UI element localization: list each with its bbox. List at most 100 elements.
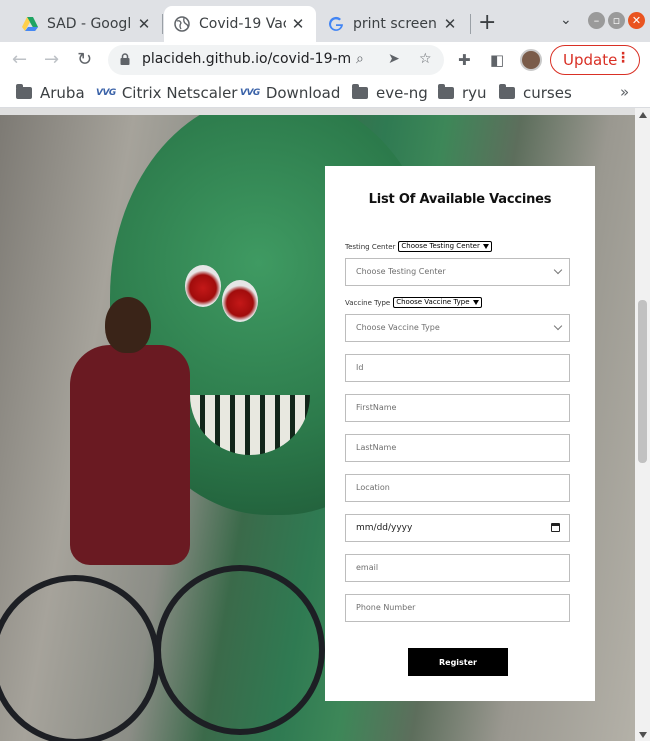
star-icon[interactable]: ☆ [419,51,432,67]
bookmark-label: Citrix Netscaler [121,84,238,102]
new-tab-button[interactable]: + [478,12,496,34]
date-input[interactable]: mm/dd/yyyy [345,514,570,542]
bookmark-ryu[interactable]: ryu [438,84,487,102]
email-input[interactable]: email [345,554,570,582]
bookmark-curses[interactable]: curses [499,84,572,102]
dropdown-arrow-icon [482,244,489,249]
folder-icon [499,84,515,99]
input-placeholder: FirstName [356,403,397,412]
first-name-input[interactable]: FirstName [345,394,570,422]
mini-select-value: Choose Vaccine Type [396,298,470,306]
input-placeholder: email [356,563,379,572]
bookmark-download[interactable]: VVG Download [240,84,340,102]
mini-select-value: Choose Testing Center [401,242,480,250]
tab-title: Covid-19 Vacc [199,16,286,32]
tab-print-screen[interactable]: print screen c ✕ [318,6,468,42]
tab-divider [162,14,163,34]
vaccine-form-card: List Of Available Vaccines Testing Cente… [325,166,595,701]
lock-icon [120,53,130,65]
testing-center-label: Testing Center [345,242,396,251]
date-placeholder: mm/dd/yyyy [356,523,413,533]
input-placeholder: Id [356,363,364,372]
vaccine-type-label: Vaccine Type [345,298,391,307]
location-input[interactable]: Location [345,474,570,502]
select-placeholder: Choose Vaccine Type [356,323,440,332]
back-arrow-icon[interactable]: ← [12,50,27,70]
vaccine-type-mini-select[interactable]: Choose Vaccine Type [393,297,482,308]
send-icon[interactable]: ➤ [388,51,400,67]
testing-center-mini-select[interactable]: Choose Testing Center [398,241,492,252]
more-bookmarks-icon[interactable]: » [620,83,629,101]
zoom-icon[interactable]: ⌕ [356,51,364,67]
testing-center-select[interactable]: Choose Testing Center [345,258,570,286]
google-icon [329,16,343,31]
folder-icon [438,84,454,99]
testing-center-row: Testing Center Choose Testing Center [345,241,492,252]
bookmark-aruba[interactable]: Aruba [16,84,85,102]
input-placeholder: Location [356,483,390,492]
bookmark-label: Download [265,84,341,102]
update-button[interactable]: Update ⋮ [550,45,640,75]
calendar-icon[interactable] [551,523,560,532]
child-cyclist-image [70,345,190,565]
tab-search-chevron-icon[interactable]: ⌄ [560,12,572,28]
scroll-up-arrow-icon[interactable] [639,112,647,118]
window-close-icon[interactable]: ✕ [628,12,645,29]
close-tab-icon[interactable]: ✕ [442,15,458,33]
bookmarks-bar: Aruba VVG Citrix Netscaler VVG Download … [0,78,650,108]
dropdown-arrow-icon [472,300,479,305]
input-placeholder: LastName [356,443,397,452]
chevron-down-icon [553,321,563,331]
forward-arrow-icon[interactable]: → [44,50,59,70]
phone-input[interactable]: Phone Number [345,594,570,622]
url-text: placideh.github.io/covid-19-m... [142,51,352,67]
bicycle-wheel [155,565,325,735]
id-input[interactable]: Id [345,354,570,382]
tab-divider [470,14,471,34]
tab-title: SAD - Google [47,16,132,32]
bookmark-citrix-netscaler[interactable]: VVG Citrix Netscaler [96,84,237,102]
virus-eye [185,265,221,307]
vvg-logo-icon: VVG [240,88,260,98]
page-content: List Of Available Vaccines Testing Cente… [0,115,635,741]
chevron-down-icon [553,265,563,275]
bicycle-wheel [0,575,160,741]
vvg-logo-icon: VVG [96,88,116,98]
scrollbar-thumb[interactable] [638,300,647,463]
reload-icon[interactable]: ↻ [77,50,92,70]
last-name-input[interactable]: LastName [345,434,570,462]
side-panel-icon[interactable]: ◧ [490,51,504,69]
menu-dots-icon: ⋮ [616,50,630,66]
folder-icon [16,84,32,99]
register-button[interactable]: Register [408,648,508,676]
close-tab-icon[interactable]: ✕ [290,15,306,33]
bookmark-label: curses [523,84,572,102]
bookmark-label: eve-ng [376,84,428,102]
address-bar[interactable]: placideh.github.io/covid-19-m... ⌕ ➤ ☆ [108,45,444,75]
profile-avatar[interactable] [520,49,542,71]
input-placeholder: Phone Number [356,603,416,612]
virus-eye [222,280,258,322]
minimize-icon[interactable]: – [588,12,605,29]
update-label: Update [563,51,618,69]
form-title: List Of Available Vaccines [368,192,552,207]
globe-icon [174,16,190,32]
folder-icon [352,84,368,99]
google-drive-icon [22,17,38,31]
bookmark-label: Aruba [40,84,85,102]
tab-covid-vaccines[interactable]: Covid-19 Vacc ✕ [164,6,316,42]
tab-strip: SAD - Google ✕ Covid-19 Vacc ✕ print scr… [0,0,650,42]
extensions-icon[interactable]: ✚ [458,51,471,69]
scroll-down-arrow-icon[interactable] [639,732,647,738]
vaccine-type-select[interactable]: Choose Vaccine Type [345,314,570,342]
tab-title: print screen c [353,16,438,32]
maximize-icon[interactable]: ▫ [608,12,625,29]
vaccine-type-row: Vaccine Type Choose Vaccine Type [345,297,482,308]
bookmark-label: ryu [462,84,487,102]
bookmark-eve-ng[interactable]: eve-ng [352,84,428,102]
child-head [105,297,151,353]
close-tab-icon[interactable]: ✕ [136,15,152,33]
select-placeholder: Choose Testing Center [356,267,446,276]
tab-sad-google[interactable]: SAD - Google ✕ [12,6,162,42]
browser-toolbar: ← → ↻ placideh.github.io/covid-19-m... ⌕… [0,42,650,78]
